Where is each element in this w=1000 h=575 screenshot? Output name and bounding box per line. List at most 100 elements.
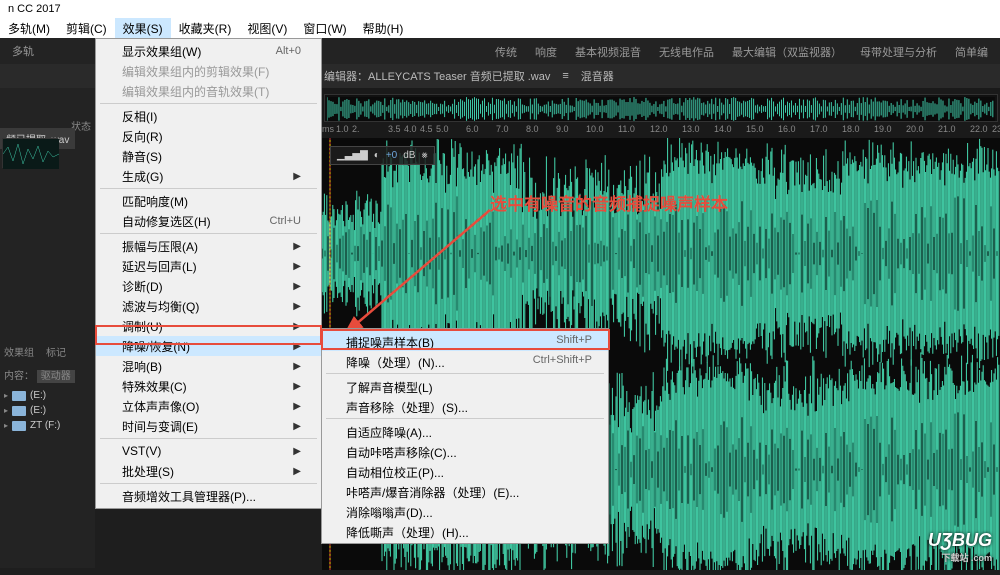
workspace-tab[interactable]: 最大编辑（双监视器） [732, 44, 842, 60]
content-label: 内容： [4, 371, 34, 382]
menu-item[interactable]: 视图(V) [239, 18, 295, 38]
annotation-text: 选中有噪音的音频捕捉噪声样本 [490, 190, 728, 215]
ruler-mark: 12.0 [650, 124, 668, 134]
menu-item[interactable]: 收藏夹(R) [171, 18, 240, 38]
menu-item[interactable]: 自动修复选区(H)Ctrl+U [96, 211, 321, 231]
submenu-item[interactable]: 了解声音模型(L) [322, 376, 608, 396]
ruler-mark: 13.0 [682, 124, 700, 134]
submenu-item[interactable]: 自动相位校正(P)... [322, 461, 608, 481]
menu-item[interactable]: 生成(G)▶ [96, 166, 321, 186]
ruler-mark: 6.0 [466, 124, 479, 134]
submenu-arrow-icon: ▶ [293, 361, 301, 372]
submenu-arrow-icon: ▶ [293, 321, 301, 332]
mixer-tab[interactable]: 混音器 [581, 68, 614, 84]
drive-item[interactable]: ▸ZT (F:) [4, 418, 91, 433]
menu-item[interactable]: 剪辑(C) [58, 18, 115, 38]
submenu-arrow-icon: ▶ [293, 341, 301, 352]
panel-tab-markers[interactable]: 标记 [46, 344, 66, 359]
submenu-arrow-icon: ▶ [293, 421, 301, 432]
menu-item[interactable]: 反相(I) [96, 106, 321, 126]
submenu-arrow-icon: ▶ [293, 446, 301, 457]
ruler-mark: 23.0 [992, 124, 1000, 134]
menu-item[interactable]: VST(V)▶ [96, 441, 321, 461]
menu-item[interactable]: 窗口(W) [295, 18, 354, 38]
content-value[interactable]: 驱动器 [37, 370, 75, 383]
submenu-arrow-icon: ▶ [293, 381, 301, 392]
menu-item[interactable]: 振幅与压限(A)▶ [96, 236, 321, 256]
submenu-item[interactable]: 自动咔嗒声移除(C)... [322, 441, 608, 461]
db-value: +0 [386, 150, 397, 161]
submenu-arrow-icon: ▶ [293, 281, 301, 292]
menu-item[interactable]: 效果(S) [115, 18, 171, 38]
workspace-tab[interactable]: 简单编 [955, 44, 988, 60]
menu-item[interactable]: 降噪/恢复(N)▶ [96, 336, 321, 356]
waveform-thumbnail [2, 138, 58, 168]
menu-item[interactable]: 帮助(H) [355, 18, 412, 38]
menu-item[interactable]: 多轨(M) [0, 18, 58, 38]
ruler-mark: 7.0 [496, 124, 509, 134]
effects-menu: 显示效果组(W)Alt+0编辑效果组内的剪辑效果(F)编辑效果组内的音轨效果(T… [95, 38, 322, 509]
ruler-mark: 10.0 [586, 124, 604, 134]
menu-item[interactable]: 调制(U)▶ [96, 316, 321, 336]
ruler-mark: 4.5 [420, 124, 433, 134]
db-unit: dB [403, 150, 415, 161]
menu-item[interactable]: 编辑效果组内的剪辑效果(F) [96, 61, 321, 81]
ruler-mark: 14.0 [714, 124, 732, 134]
multitrack-button[interactable]: 多轨 [6, 43, 40, 59]
fx-icon[interactable]: ⨳ [421, 150, 427, 161]
overview-waveform[interactable] [324, 94, 998, 122]
submenu-item[interactable]: 自适应降噪(A)... [322, 421, 608, 441]
submenu-item[interactable]: 咔嗒声/爆音消除器（处理）(E)... [322, 481, 608, 501]
workspace-tab[interactable]: 基本视频混音 [575, 44, 641, 60]
title-bar: n CC 2017 [0, 0, 1000, 18]
submenu-item[interactable]: 声音移除（处理）(S)... [322, 396, 608, 416]
workspace-tab[interactable]: 母带处理与分析 [860, 44, 937, 60]
workspace-tab[interactable]: 响度 [535, 44, 557, 60]
submenu-item[interactable]: 捕捉噪声样本(B)Shift+P [322, 331, 608, 351]
drive-icon [12, 406, 26, 416]
workspace-tab[interactable]: 传统 [495, 44, 517, 60]
pan-icon: ◐ [374, 150, 380, 161]
drive-icon [12, 421, 26, 431]
menu-item[interactable]: 音频增效工具管理器(P)... [96, 486, 321, 506]
submenu-item[interactable]: 降低嘶声（处理）(H)... [322, 521, 608, 541]
level-bars-icon: ▁▃▅▇ [337, 150, 368, 161]
noise-reduction-submenu: 捕捉噪声样本(B)Shift+P降噪（处理）(N)...Ctrl+Shift+P… [321, 328, 609, 544]
menu-item[interactable]: 延迟与回声(L)▶ [96, 256, 321, 276]
drive-item[interactable]: ▸(E:) [4, 388, 91, 403]
watermark: UƷBUG下载站 .com [928, 530, 992, 564]
ruler-mark: 17.0 [810, 124, 828, 134]
panel-tab-fxgroup[interactable]: 效果组 [4, 344, 34, 359]
hud-readout: ▁▃▅▇ ◐ +0 dB ⨳ [330, 146, 435, 165]
ruler-mark: 5.0 [436, 124, 449, 134]
submenu-arrow-icon: ▶ [293, 261, 301, 272]
submenu-item[interactable]: 消除嗡嗡声(D)... [322, 501, 608, 521]
menu-item[interactable]: 显示效果组(W)Alt+0 [96, 41, 321, 61]
menu-item[interactable]: 特殊效果(C)▶ [96, 376, 321, 396]
submenu-arrow-icon: ▶ [293, 241, 301, 252]
ruler-mark: 22.0 [970, 124, 988, 134]
menu-item[interactable]: 静音(S) [96, 146, 321, 166]
menu-item[interactable]: 滤波与均衡(Q)▶ [96, 296, 321, 316]
drive-item[interactable]: ▸(E:) [4, 403, 91, 418]
ruler-mark: 21.0 [938, 124, 956, 134]
drive-icon [12, 391, 26, 401]
editor-file-label: 编辑器：ALLEYCATS Teaser 音频已提取 .wav [324, 68, 550, 84]
panel-menu-icon[interactable]: ≡ [562, 70, 568, 82]
ruler-mark: 15.0 [746, 124, 764, 134]
ruler-mark: ms [322, 124, 334, 134]
menu-item[interactable]: 立体声声像(O)▶ [96, 396, 321, 416]
menu-item[interactable]: 混响(B)▶ [96, 356, 321, 376]
ruler-mark: 11.0 [618, 124, 635, 134]
menu-item[interactable]: 反向(R) [96, 126, 321, 146]
ruler-mark: 4.0 [404, 124, 417, 134]
submenu-arrow-icon: ▶ [293, 466, 301, 477]
menu-item[interactable]: 批处理(S)▶ [96, 461, 321, 481]
menu-item[interactable]: 匹配响度(M) [96, 191, 321, 211]
menu-item[interactable]: 时间与变调(E)▶ [96, 416, 321, 436]
ruler-mark: 20.0 [906, 124, 924, 134]
workspace-tab[interactable]: 无线电作品 [659, 44, 714, 60]
submenu-item[interactable]: 降噪（处理）(N)...Ctrl+Shift+P [322, 351, 608, 371]
menu-item[interactable]: 编辑效果组内的音轨效果(T) [96, 81, 321, 101]
menu-item[interactable]: 诊断(D)▶ [96, 276, 321, 296]
